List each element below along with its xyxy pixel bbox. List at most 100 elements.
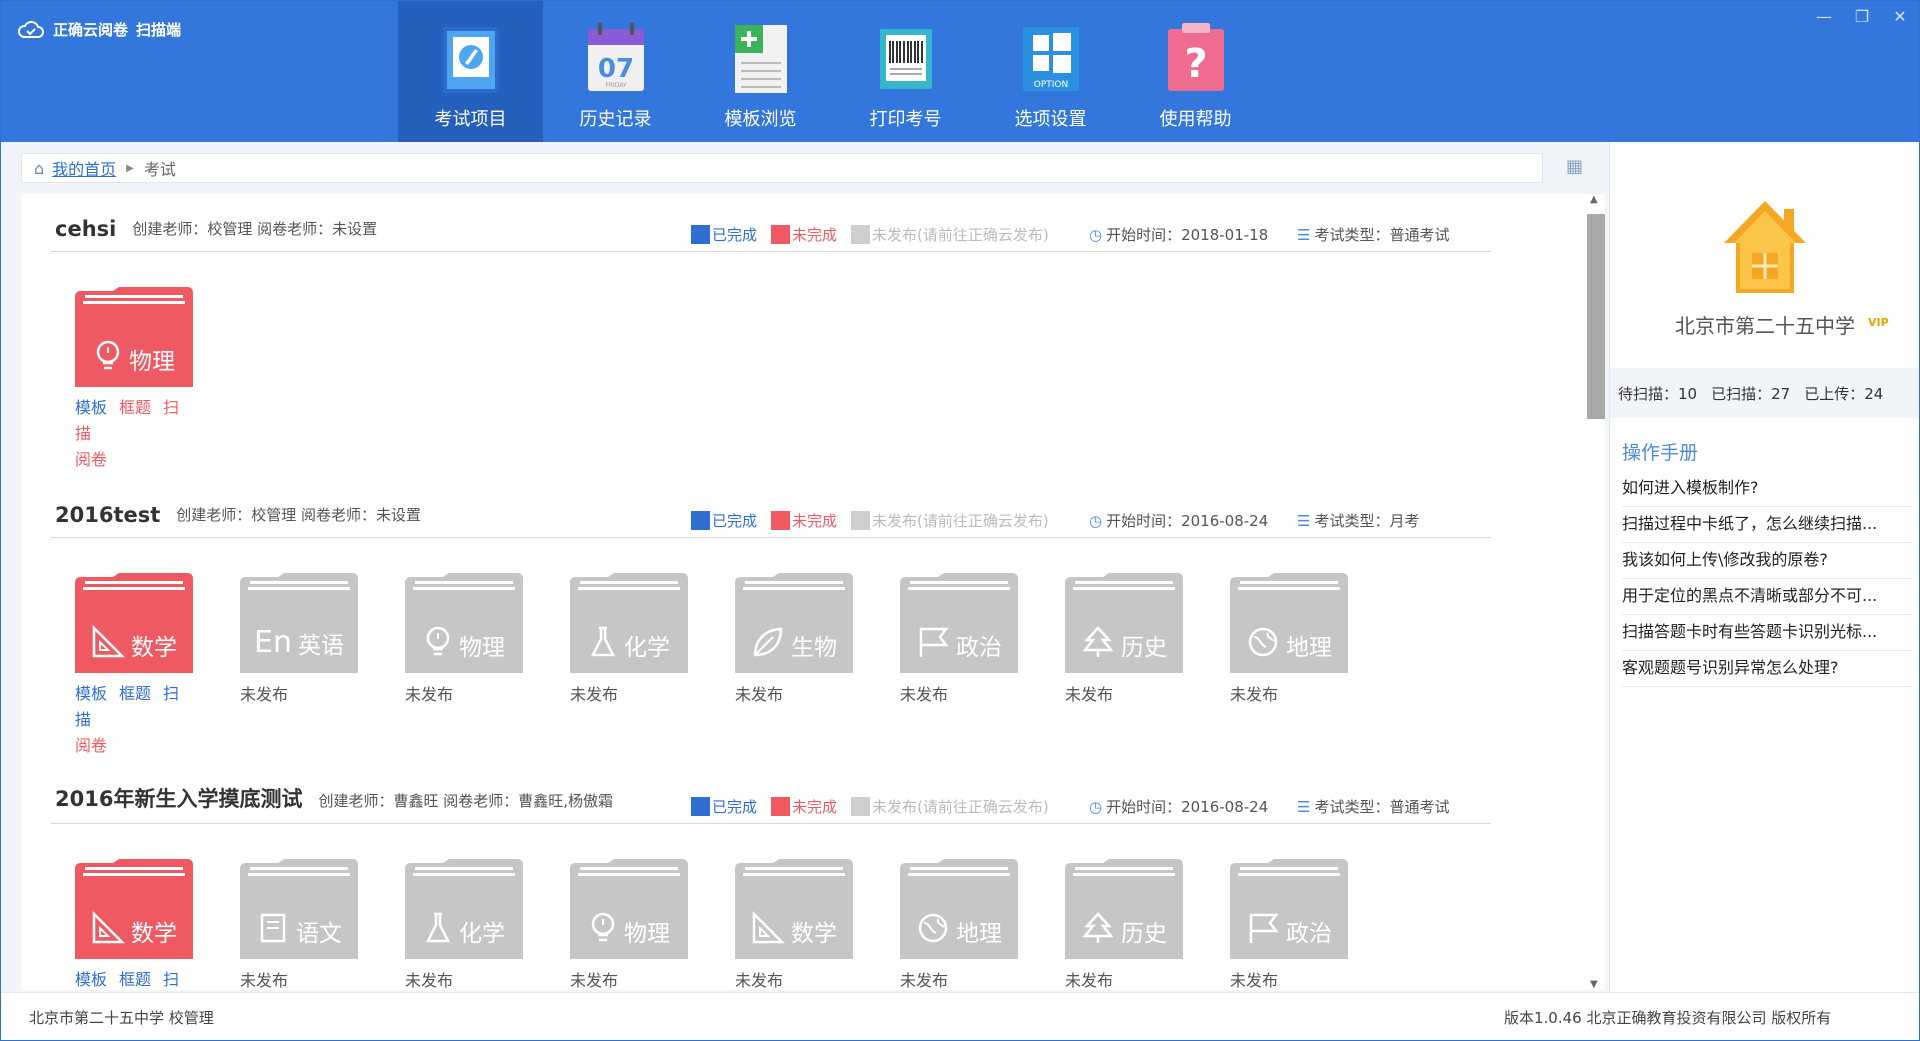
ruler-icon bbox=[751, 910, 786, 950]
subject-folder-物理[interactable]: 物理模板 框题 扫描 阅卷 bbox=[75, 287, 193, 473]
ruler-icon bbox=[91, 624, 126, 664]
action-template-link[interactable]: 模板 bbox=[75, 970, 107, 989]
action-review-link[interactable]: 阅卷 bbox=[75, 450, 107, 469]
flag-icon bbox=[1246, 911, 1280, 950]
folder-icon[interactable]: 数学 bbox=[735, 859, 853, 959]
folder-icon[interactable]: 物理 bbox=[405, 573, 523, 673]
folder-label: 历史 bbox=[1065, 911, 1183, 950]
exam-type: ☰ 考试类型：月考 bbox=[1297, 510, 1419, 531]
folder-icon[interactable]: 语文 bbox=[240, 859, 358, 959]
manual-question-link[interactable]: 扫描答题卡时有些答题卡识别光标... bbox=[1622, 615, 1912, 651]
subject-name: 语文 bbox=[296, 920, 342, 947]
restore-icon[interactable]: ❐ bbox=[1843, 5, 1881, 27]
toolbar-options[interactable]: OPTION 选项设置 bbox=[978, 1, 1123, 142]
folder-icon[interactable]: 物理 bbox=[570, 859, 688, 959]
scrollbar-thumb[interactable] bbox=[1587, 214, 1605, 419]
action-box-link[interactable]: 框题 bbox=[119, 684, 151, 703]
exam-header: 2016年新生入学摸底测试 创建老师：曹鑫旺 阅卷老师：曹鑫旺,杨傲霜 已完成 未完成… bbox=[51, 774, 1491, 824]
legend-done: 已完成 bbox=[691, 224, 757, 245]
toolbar-help[interactable]: ? 使用帮助 bbox=[1123, 1, 1268, 142]
subject-actions: 模板框题扫描阅卷 bbox=[75, 395, 193, 473]
subject-folders: 物理 模板 框题 扫描 阅卷 bbox=[51, 252, 1491, 469]
toolbar-template-browse[interactable]: 模板浏览 bbox=[688, 1, 833, 142]
folder-icon[interactable]: 生物 bbox=[735, 573, 853, 673]
subject-folder-数学[interactable]: 数学模板框题扫描阅卷 bbox=[75, 859, 193, 990]
folder-icon[interactable]: 历史 bbox=[1065, 573, 1183, 673]
tree-icon bbox=[1081, 625, 1115, 664]
subject-folder-物理[interactable]: 物理 未发布 bbox=[570, 859, 688, 990]
folder-icon[interactable]: 地理 bbox=[1230, 573, 1348, 673]
folder-icon[interactable]: 化学 bbox=[405, 859, 523, 959]
manual-question-link[interactable]: 扫描过程中卡纸了，怎么继续扫描... bbox=[1622, 507, 1912, 543]
toolbar-exam-projects[interactable]: 考试项目 bbox=[398, 1, 543, 142]
windows-option-icon: OPTION bbox=[1019, 21, 1083, 95]
exam-type-text: 考试类型：普通考试 bbox=[1314, 226, 1450, 244]
subject-folder-地理[interactable]: 地理 未发布 bbox=[1230, 573, 1348, 705]
exam-teachers: 创建老师：曹鑫旺 阅卷老师：曹鑫旺,杨傲霜 bbox=[318, 792, 613, 810]
minimize-icon[interactable]: — bbox=[1805, 5, 1843, 27]
folder-icon[interactable]: 化学 bbox=[570, 573, 688, 673]
subject-folder-数学[interactable]: 数学模板框题扫描阅卷 bbox=[75, 573, 193, 759]
folder-label: 地理 bbox=[1230, 625, 1348, 664]
subject-folder-英语[interactable]: En 英语 未发布 bbox=[240, 573, 358, 705]
subject-folder-物理[interactable]: 物理 未发布 bbox=[405, 573, 523, 705]
action-box-link[interactable]: 框题 bbox=[119, 970, 151, 989]
toolbar-label: 选项设置 bbox=[1014, 109, 1087, 130]
legend-unpublished: 未发布(请前往正确云发布) bbox=[851, 224, 1049, 245]
subject-folder-化学[interactable]: 化学 未发布 bbox=[570, 573, 688, 705]
folder-label: 物理 bbox=[405, 625, 523, 664]
scan-counts: 待扫描：10 已扫描：27 已上传：24 bbox=[1610, 368, 1919, 418]
subject-folder-生物[interactable]: 生物 未发布 bbox=[735, 573, 853, 705]
folder-icon[interactable]: 地理 bbox=[900, 859, 1018, 959]
exam-type-text: 考试类型：普通考试 bbox=[1314, 798, 1450, 816]
legend-unpublished: 未发布(请前往正确云发布) bbox=[851, 796, 1049, 817]
clock-icon: ◷ bbox=[1089, 511, 1103, 530]
flask-icon bbox=[423, 911, 453, 950]
subject-folder-地理[interactable]: 地理 未发布 bbox=[900, 859, 1018, 990]
subject-folder-语文[interactable]: 语文 未发布 bbox=[240, 859, 358, 990]
folder-icon[interactable]: 政治 bbox=[1230, 859, 1348, 959]
manual-question-link[interactable]: 客观题题号识别异常怎么处理? bbox=[1622, 651, 1912, 687]
folder-icon[interactable]: 历史 bbox=[1065, 859, 1183, 959]
folder-icon[interactable]: 政治 bbox=[900, 573, 1018, 673]
grid-view-icon[interactable]: ▦ bbox=[1566, 156, 1588, 177]
subject-folder-历史[interactable]: 历史 未发布 bbox=[1065, 859, 1183, 990]
exam-list: cehsi 创建老师：校管理 阅卷老师：未设置 已完成 未完成 未发布(请前往正确云发布… bbox=[21, 194, 1587, 990]
subject-folder-政治[interactable]: 政治 未发布 bbox=[900, 573, 1018, 705]
subject-status: 未发布 bbox=[735, 685, 784, 704]
action-review-link[interactable]: 阅卷 bbox=[75, 736, 107, 755]
scroll-down-icon[interactable]: ▼ bbox=[1590, 979, 1598, 990]
subject-folder-历史[interactable]: 历史 未发布 bbox=[1065, 573, 1183, 705]
home-icon[interactable]: ⌂ bbox=[34, 159, 44, 178]
folder-label: 数学 bbox=[735, 910, 853, 950]
subject-folder-化学[interactable]: 化学 未发布 bbox=[405, 859, 523, 990]
exam-type-text: 考试类型：月考 bbox=[1314, 512, 1420, 530]
folder-icon[interactable]: En 英语 bbox=[240, 573, 358, 673]
legend-swatch bbox=[851, 797, 871, 816]
subject-name: 地理 bbox=[956, 920, 1002, 947]
action-template-link[interactable]: 模板 bbox=[75, 684, 107, 703]
breadcrumb-current: 考试 bbox=[143, 160, 176, 179]
folder-label: 历史 bbox=[1065, 625, 1183, 664]
action-template-link[interactable]: 模板 bbox=[75, 398, 107, 417]
subject-folder-政治[interactable]: 政治 未发布 bbox=[1230, 859, 1348, 990]
close-icon[interactable]: ✕ bbox=[1881, 5, 1919, 27]
manual-question-link[interactable]: 用于定位的黑点不清晰或部分不可... bbox=[1622, 579, 1912, 615]
manual-question-link[interactable]: 我该如何上传\修改我的原卷? bbox=[1622, 543, 1912, 579]
exam-teachers: 创建老师：校管理 阅卷老师：未设置 bbox=[176, 506, 422, 524]
action-box-link[interactable]: 框题 bbox=[119, 398, 151, 417]
window-controls: — ❐ ✕ bbox=[1805, 5, 1919, 27]
folder-icon[interactable]: 数学 bbox=[75, 573, 193, 673]
uploaded-count: 已上传：24 bbox=[1804, 384, 1884, 403]
folder-icon[interactable]: 数学 bbox=[75, 859, 193, 959]
toolbar-print-number[interactable]: 打印考号 bbox=[833, 1, 978, 142]
breadcrumb-home-link[interactable]: 我的首页 bbox=[52, 156, 116, 180]
manual-question-link[interactable]: 如何进入模板制作? bbox=[1622, 471, 1912, 507]
subject-name: 英语 bbox=[297, 632, 344, 659]
vertical-scrollbar[interactable]: ▲ ▼ bbox=[1587, 194, 1605, 990]
subject-folder-数学[interactable]: 数学 未发布 bbox=[735, 859, 853, 990]
toolbar-history[interactable]: 07 FRIDAY 历史记录 bbox=[543, 1, 688, 142]
folder-label: 数学 bbox=[75, 910, 193, 950]
folder-icon[interactable]: 物理 bbox=[75, 287, 193, 387]
scroll-up-icon[interactable]: ▲ bbox=[1590, 194, 1598, 205]
